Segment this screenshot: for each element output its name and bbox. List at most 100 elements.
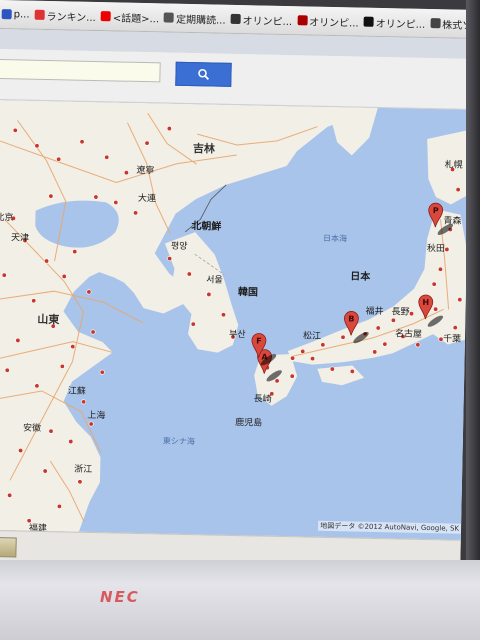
city-dot[interactable] [452, 325, 458, 331]
city-dot[interactable] [190, 321, 196, 327]
city-dot[interactable] [166, 126, 172, 132]
screen: p... ランキン... <話題>... 定期購読... オリンピ... オリンピ... オ… [0, 0, 472, 570]
search-button[interactable] [175, 61, 232, 87]
city-dot[interactable] [88, 421, 94, 427]
city-dot[interactable] [1, 272, 7, 278]
city-dot[interactable] [455, 187, 461, 193]
city-dot[interactable] [93, 194, 99, 200]
city-dot[interactable] [4, 367, 10, 373]
city-dot[interactable] [329, 366, 335, 372]
label-akita: 秋田 [426, 243, 445, 255]
bookmark-label: オリンピ... [242, 15, 293, 28]
city-dot[interactable] [44, 258, 50, 264]
city-dot[interactable] [99, 369, 105, 375]
bookmark-item[interactable]: ランキン... [34, 7, 96, 24]
city-dot[interactable] [12, 127, 18, 133]
city-dot[interactable] [444, 246, 450, 252]
city-dot[interactable] [186, 271, 192, 277]
city-dot[interactable] [167, 256, 173, 262]
city-dot[interactable] [86, 289, 92, 295]
city-dot[interactable] [144, 140, 150, 146]
city-dot[interactable] [42, 468, 48, 474]
brand-logo: NEC [100, 588, 140, 606]
label-anhui: 安徽 [22, 423, 42, 434]
city-dot[interactable] [34, 383, 40, 389]
city-dot[interactable] [375, 325, 381, 331]
bookmark-item[interactable]: オリンピ... [297, 13, 359, 29]
city-dot[interactable] [437, 266, 443, 272]
city-dot[interactable] [457, 297, 463, 303]
folder-icon[interactable] [0, 537, 17, 558]
label-nagoya: 名古屋 [394, 329, 423, 340]
city-dot[interactable] [206, 291, 212, 297]
city-dot[interactable] [300, 348, 306, 354]
city-dot[interactable] [320, 342, 326, 348]
city-dot[interactable] [310, 356, 316, 362]
city-dot[interactable] [56, 156, 62, 162]
city-dot[interactable] [34, 143, 40, 149]
city-dot[interactable] [409, 311, 415, 317]
city-dot[interactable] [77, 479, 83, 485]
city-dot[interactable] [72, 249, 78, 255]
label-east-china-sea: 東シナ海 [162, 436, 195, 447]
bookmark-icon [297, 15, 308, 26]
city-dot[interactable] [123, 170, 129, 176]
bookmark-label: ランキン... [46, 11, 96, 24]
city-dot[interactable] [81, 399, 87, 405]
label-japan: 日本 [350, 271, 371, 283]
city-dot[interactable] [56, 503, 62, 509]
bookmark-item[interactable]: <話題>... [100, 9, 160, 25]
city-dot[interactable] [289, 373, 295, 379]
city-dot[interactable] [290, 355, 296, 361]
search-input[interactable] [0, 58, 161, 83]
label-sapporo: 札幌 [444, 160, 463, 171]
monitor-frame [466, 0, 480, 640]
city-dot[interactable] [104, 154, 110, 160]
bookmark-label: <話題>... [112, 12, 160, 25]
city-dot[interactable] [274, 378, 280, 384]
city-dot[interactable] [415, 342, 421, 348]
city-dot[interactable] [431, 281, 437, 287]
label-chiba: 千葉 [442, 334, 462, 345]
bookmark-label: p... [13, 8, 30, 21]
bookmark-item[interactable]: 定期購読... [164, 10, 226, 26]
city-dot[interactable] [48, 428, 54, 434]
city-dot[interactable] [349, 368, 355, 374]
label-nagano: 長野 [391, 307, 410, 318]
city-dot[interactable] [15, 337, 21, 343]
city-dot[interactable] [61, 273, 67, 279]
city-dot[interactable] [390, 317, 396, 323]
city-dot[interactable] [70, 344, 76, 350]
label-dalian: 大連 [137, 193, 156, 205]
city-dot[interactable] [340, 334, 346, 340]
label-korea: 韓国 [237, 287, 259, 299]
city-dot[interactable] [133, 210, 139, 216]
city-dot[interactable] [68, 439, 74, 445]
bookmark-icon [363, 16, 374, 27]
city-dot[interactable] [220, 312, 226, 318]
bookmark-item[interactable]: オリンピ... [230, 11, 293, 28]
city-dot[interactable] [48, 193, 54, 199]
city-dot[interactable] [59, 363, 65, 369]
label-zhejiang: 浙江 [74, 464, 93, 476]
city-dot[interactable] [372, 349, 378, 355]
bookmark-item[interactable]: オリンピ... [363, 14, 426, 30]
map-view[interactable]: ABFHP 吉林 北京 天津 遼寧 大連 山東 江蘇 上海 安徽 浙江 福建 北… [0, 99, 470, 540]
monitor-bezel: NEC [0, 560, 480, 640]
city-dot[interactable] [31, 298, 37, 304]
city-dot[interactable] [433, 306, 439, 312]
bookmark-icon [430, 18, 441, 29]
label-liaoning: 遼寧 [136, 165, 155, 177]
magnifier-icon [198, 68, 210, 81]
city-dot[interactable] [18, 448, 24, 454]
label-shanghai: 上海 [87, 410, 106, 422]
city-dot[interactable] [7, 492, 13, 498]
city-dot[interactable] [113, 199, 119, 205]
label-north-korea: 北朝鮮 [191, 221, 222, 233]
bookmark-icon [1, 9, 12, 20]
city-dot[interactable] [382, 341, 388, 347]
city-dot[interactable] [79, 139, 85, 145]
city-dot[interactable] [90, 329, 96, 335]
bookmark-item[interactable]: p... [1, 8, 30, 21]
marker-letter: B [348, 314, 354, 323]
